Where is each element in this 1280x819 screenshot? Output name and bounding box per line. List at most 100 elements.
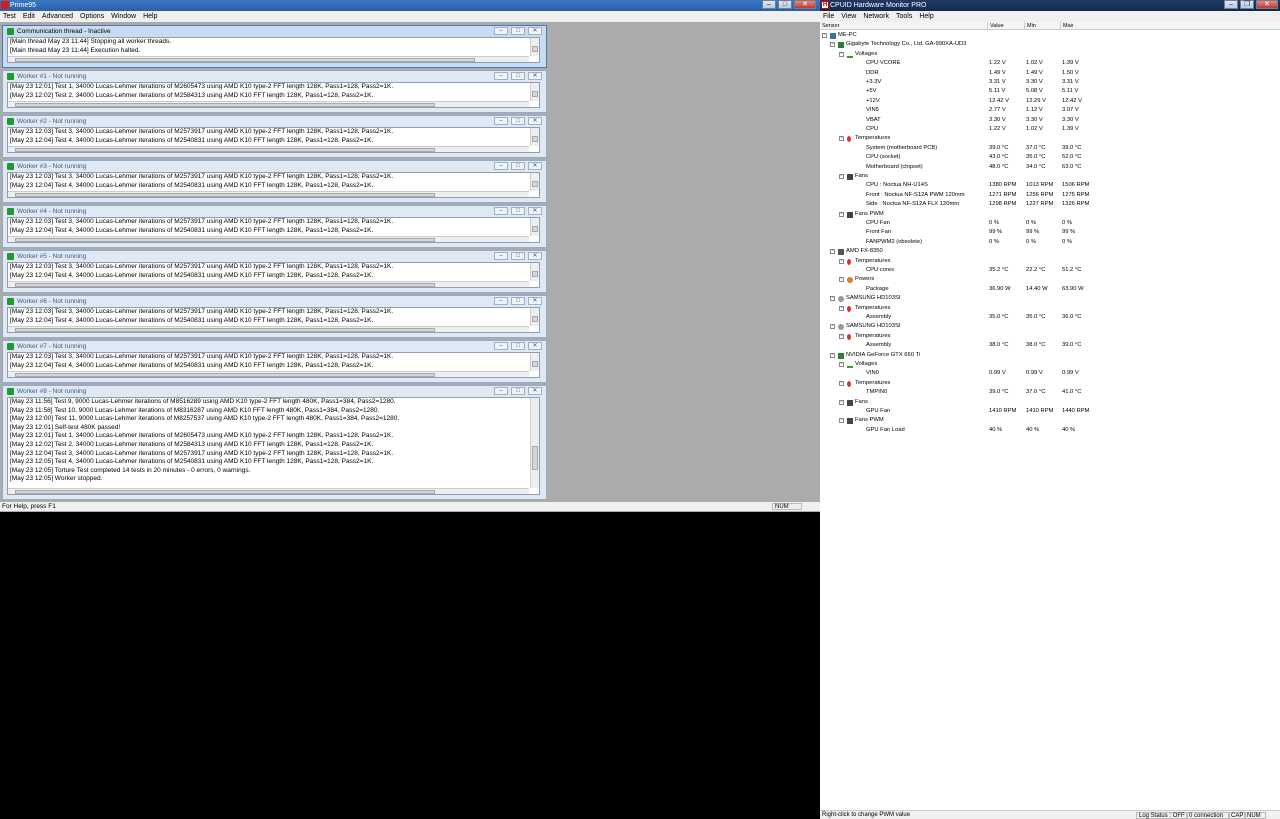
worker-window[interactable]: Worker #6 - Not running – □ ✕ [May 23 12:03]… <box>2 295 547 338</box>
sensor-group-row[interactable]: - ME-PC <box>820 31 1280 40</box>
sensor-reading-row[interactable]: CPU (socket) 43.0 °C 35.0 °C 52.0 °C <box>820 153 1280 162</box>
sensor-group-row[interactable]: - Temperatures <box>820 134 1280 143</box>
close-icon[interactable]: ✕ <box>528 117 542 125</box>
column-header-sensor[interactable]: Sensor <box>820 22 988 30</box>
scrollbar-thumb[interactable] <box>15 490 435 494</box>
child-window-title[interactable]: Worker #8 - Not running <box>3 386 546 397</box>
close-icon[interactable]: ✕ <box>528 162 542 170</box>
log-output[interactable]: [May 23 12:03] Test 3, 34000 Lucas-Lehme… <box>7 172 540 198</box>
sensor-reading-row[interactable]: TMPIN0 39.0 °C 37.0 °C 41.0 °C <box>820 388 1280 397</box>
menu-item-help[interactable]: Help <box>143 11 157 22</box>
sensor-group-row[interactable]: - NVIDIA GeForce GTX 660 Ti <box>820 351 1280 360</box>
maximize-icon[interactable]: □ <box>511 207 525 215</box>
sensor-group-row[interactable]: - Gigabyte Technology Co., Ltd. GA-990XA-… <box>820 40 1280 49</box>
horizontal-scrollbar[interactable] <box>8 281 529 287</box>
sensor-reading-row[interactable]: CPU 1.22 V 1.02 V 1.39 V <box>820 125 1280 134</box>
minimize-icon[interactable]: – <box>494 207 508 215</box>
collapse-toggle-icon[interactable]: - <box>822 33 827 38</box>
sensor-reading-row[interactable]: GPU Fan 1410 RPM 1410 RPM 1440 RPM <box>820 407 1280 416</box>
menu-item-help[interactable]: Help <box>919 11 933 22</box>
sensor-group-row[interactable]: - Voltages <box>820 50 1280 59</box>
sensor-reading-row[interactable]: CPU VCORE 1.22 V 1.02 V 1.39 V <box>820 59 1280 68</box>
maximize-icon[interactable]: □ <box>778 0 792 9</box>
sensor-group-row[interactable]: - SAMSUNG HD103SI <box>820 322 1280 331</box>
sensor-group-row[interactable]: - Temperatures <box>820 257 1280 266</box>
restore-icon[interactable]: ❐ <box>1240 0 1254 9</box>
minimize-icon[interactable]: – <box>494 387 508 395</box>
collapse-toggle-icon[interactable]: - <box>839 380 844 386</box>
sensor-reading-row[interactable]: DDR 1.49 V 1.49 V 1.50 V <box>820 69 1280 78</box>
minimize-icon[interactable]: – <box>494 117 508 125</box>
collapse-toggle-icon[interactable]: - <box>839 211 844 217</box>
log-output[interactable]: [Main thread May 23 11:44] Stopping all … <box>7 37 540 63</box>
child-window-title[interactable]: Worker #4 - Not running <box>3 206 546 217</box>
collapse-toggle-icon[interactable]: - <box>839 136 844 142</box>
menu-item-advanced[interactable]: Advanced <box>42 11 73 22</box>
hwmonitor-titlebar[interactable]: H CPUID Hardware Monitor PRO – ❐ ✕ <box>820 0 1280 11</box>
collapse-toggle-icon[interactable]: - <box>830 42 835 48</box>
close-icon[interactable]: ✕ <box>528 387 542 395</box>
collapse-toggle-icon[interactable]: - <box>839 51 844 57</box>
log-output[interactable]: [May 23 12:03] Test 3, 34000 Lucas-Lehme… <box>7 307 540 333</box>
sensor-reading-row[interactable]: CPU : Noctua NH-U14S 1380 RPM 1013 RPM 1506… <box>820 181 1280 190</box>
prime95-titlebar[interactable]: Prime95 – □ ✕ <box>0 0 820 11</box>
sensor-reading-row[interactable]: Motherboard (chipset) 48.0 °C 34.0 °C 63.0 … <box>820 163 1280 172</box>
worker-window[interactable]: Worker #5 - Not running – □ ✕ [May 23 12:03]… <box>2 250 547 293</box>
maximize-icon[interactable]: □ <box>511 27 525 35</box>
log-output[interactable]: [May 23 12:03] Test 3, 34000 Lucas-Lehme… <box>7 352 540 378</box>
worker-window[interactable]: Worker #8 - Not running – □ ✕ [May 23 11:56]… <box>2 385 547 500</box>
collapse-toggle-icon[interactable]: - <box>839 362 844 367</box>
horizontal-scrollbar[interactable] <box>8 488 529 494</box>
scrollbar-thumb[interactable] <box>532 136 538 142</box>
menu-item-view[interactable]: View <box>841 11 856 22</box>
scrollbar-thumb[interactable] <box>532 91 538 97</box>
horizontal-scrollbar[interactable] <box>8 146 529 152</box>
horizontal-scrollbar[interactable] <box>8 326 529 332</box>
scrollbar-thumb[interactable] <box>15 328 435 332</box>
sensor-reading-row[interactable]: Side : Noctua NF-S12A FLX 120mm 1298 RPM 1… <box>820 200 1280 209</box>
child-window-title[interactable]: Worker #3 - Not running <box>3 161 546 172</box>
close-icon[interactable]: ✕ <box>528 342 542 350</box>
horizontal-scrollbar[interactable] <box>8 236 529 242</box>
collapse-toggle-icon[interactable]: - <box>839 305 844 311</box>
minimize-icon[interactable]: – <box>494 252 508 260</box>
menu-item-options[interactable]: Options <box>80 11 104 22</box>
vertical-scrollbar[interactable] <box>530 83 539 101</box>
menu-item-file[interactable]: File <box>823 11 834 22</box>
worker-window[interactable]: Worker #2 - Not running – □ ✕ [May 23 12:03]… <box>2 115 547 158</box>
menu-item-network[interactable]: Network <box>863 11 889 22</box>
scrollbar-thumb[interactable] <box>15 193 435 197</box>
worker-window[interactable]: Worker #4 - Not running – □ ✕ [May 23 12:03]… <box>2 205 547 248</box>
scrollbar-thumb[interactable] <box>15 373 435 377</box>
minimize-icon[interactable]: – <box>762 0 776 9</box>
menu-item-test[interactable]: Test <box>3 11 16 22</box>
close-icon[interactable]: ✕ <box>528 27 542 35</box>
collapse-toggle-icon[interactable]: - <box>830 324 835 330</box>
worker-window[interactable]: Worker #1 - Not running – □ ✕ [May 23 12:01]… <box>2 70 547 113</box>
horizontal-scrollbar[interactable] <box>8 56 529 62</box>
child-window-title[interactable]: Worker #2 - Not running <box>3 116 546 127</box>
sensor-group-row[interactable]: - Fans PWM <box>820 210 1280 219</box>
collapse-toggle-icon[interactable]: - <box>839 399 844 405</box>
scrollbar-thumb[interactable] <box>532 446 538 470</box>
log-output[interactable]: [May 23 12:03] Test 3, 34000 Lucas-Lehme… <box>7 217 540 243</box>
sensor-group-row[interactable]: - SAMSUNG HD103SI <box>820 294 1280 303</box>
maximize-icon[interactable]: □ <box>511 117 525 125</box>
collapse-toggle-icon[interactable]: - <box>830 352 835 358</box>
minimize-icon[interactable]: – <box>494 297 508 305</box>
maximize-icon[interactable]: □ <box>511 297 525 305</box>
close-icon[interactable]: ✕ <box>528 72 542 80</box>
close-icon[interactable]: ✕ <box>528 297 542 305</box>
sensor-reading-row[interactable]: VBAT 3.30 V 3.30 V 3.30 V <box>820 116 1280 125</box>
sensor-group-row[interactable]: - Temperatures <box>820 332 1280 341</box>
horizontal-scrollbar[interactable] <box>8 191 529 197</box>
log-output[interactable]: [May 23 12:03] Test 3, 34000 Lucas-Lehme… <box>7 262 540 288</box>
vertical-scrollbar[interactable] <box>530 218 539 236</box>
sensor-reading-row[interactable]: Front : Noctua NF-S12A PWM 120mm 1271 RPM… <box>820 191 1280 200</box>
child-window-title[interactable]: Worker #5 - Not running <box>3 251 546 262</box>
vertical-scrollbar[interactable] <box>530 308 539 326</box>
sensor-group-row[interactable]: - Fans <box>820 398 1280 407</box>
maximize-icon[interactable]: □ <box>511 72 525 80</box>
scrollbar-thumb[interactable] <box>532 271 538 277</box>
sensor-reading-row[interactable]: GPU Fan Load 40 % 40 % 40 % <box>820 426 1280 435</box>
